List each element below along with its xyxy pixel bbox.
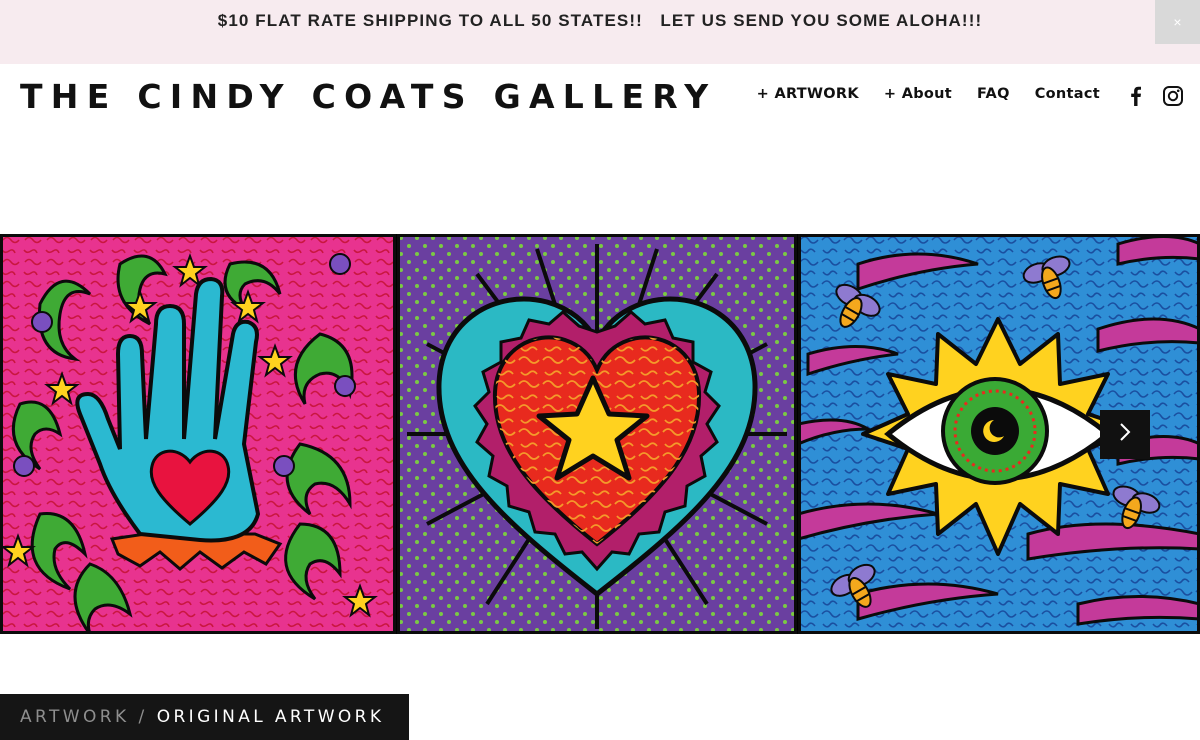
- site-title[interactable]: THE CINDY COATS GALLERY: [20, 77, 716, 116]
- instagram-icon[interactable]: [1162, 85, 1183, 107]
- slideshow-next-button[interactable]: [1100, 410, 1150, 459]
- breadcrumb-parent-link[interactable]: ARTWORK: [20, 707, 130, 727]
- artwork-panel-hand[interactable]: [0, 234, 396, 634]
- breadcrumb: ARTWORK / ORIGINAL ARTWORK: [0, 694, 409, 740]
- nav-about[interactable]: + About: [884, 86, 952, 102]
- artwork-panel-heart[interactable]: [397, 234, 797, 634]
- facebook-icon[interactable]: [1126, 85, 1146, 107]
- hero-slideshow: [0, 234, 1200, 634]
- site-header: THE CINDY COATS GALLERY + ARTWORK + Abou…: [0, 64, 1200, 130]
- nav-contact[interactable]: Contact: [1035, 86, 1100, 102]
- breadcrumb-separator: /: [138, 707, 148, 727]
- nav-artwork[interactable]: + ARTWORK: [757, 86, 859, 102]
- social-links: [1126, 85, 1183, 107]
- nav-faq[interactable]: FAQ: [977, 86, 1010, 102]
- breadcrumb-current: ORIGINAL ARTWORK: [156, 707, 385, 727]
- main-nav: + ARTWORK + About FAQ Contact: [757, 86, 1100, 102]
- announcement-bar: $10 FLAT RATE SHIPPING TO ALL 50 STATES!…: [0, 0, 1200, 64]
- announcement-text: $10 FLAT RATE SHIPPING TO ALL 50 STATES!…: [217, 11, 983, 30]
- announcement-close-button[interactable]: ×: [1155, 0, 1200, 44]
- chevron-right-icon: [1118, 422, 1132, 447]
